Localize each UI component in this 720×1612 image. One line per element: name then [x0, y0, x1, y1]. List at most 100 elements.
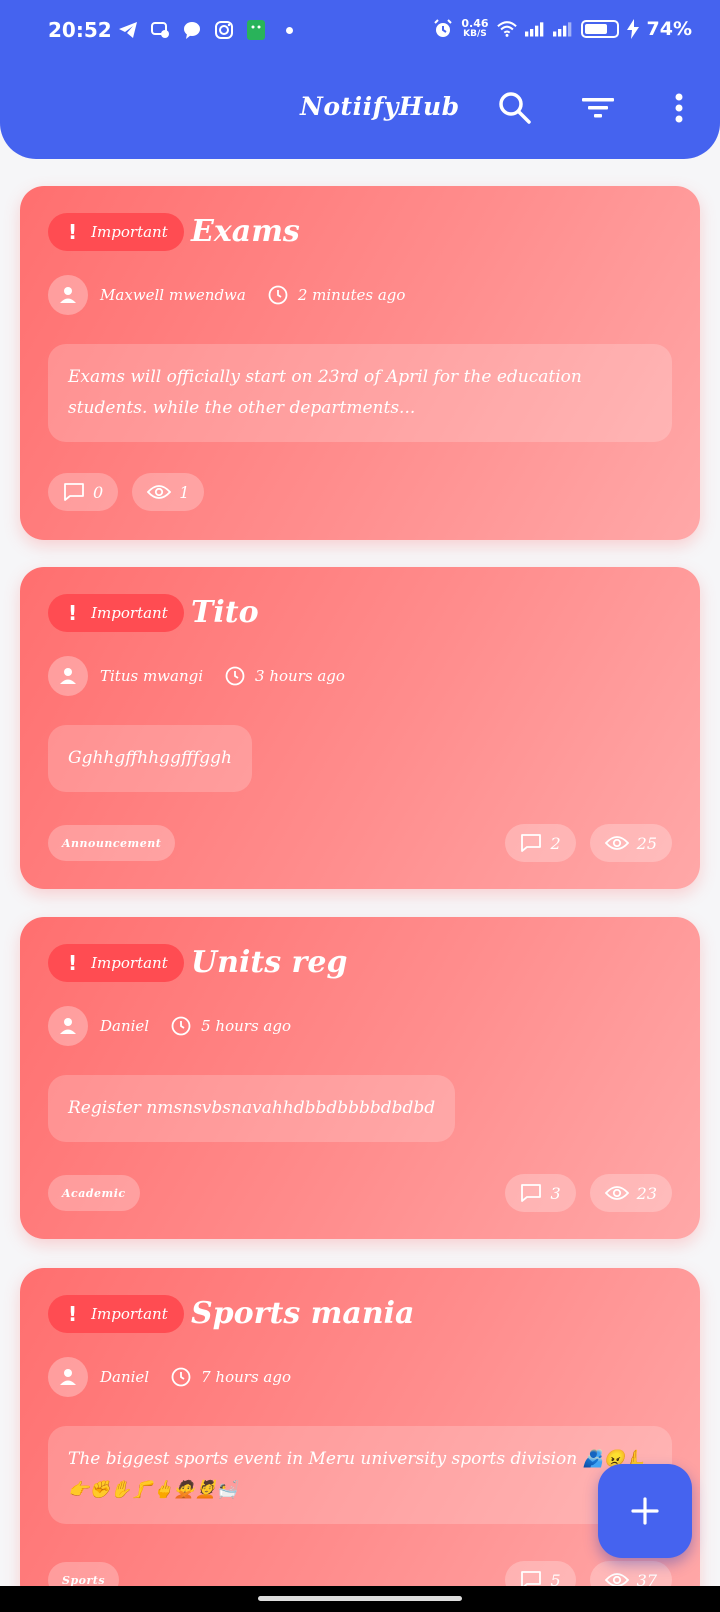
- filter-icon: [582, 98, 614, 118]
- battery-percentage: 74%: [646, 18, 692, 40]
- filter-button[interactable]: [578, 88, 618, 128]
- comments-pill[interactable]: 2: [505, 824, 576, 862]
- system-nav-bar: [0, 1586, 720, 1612]
- avatar: [48, 1006, 88, 1046]
- telegram-icon: [118, 20, 138, 40]
- signal-icon-2: [552, 19, 573, 39]
- more-options-button[interactable]: [659, 88, 699, 128]
- clock-icon: [225, 666, 245, 686]
- post-content: Gghhgffhhggfffggh: [48, 725, 252, 792]
- post-title: Sports mania: [191, 1296, 415, 1331]
- clock-icon: [171, 1016, 191, 1036]
- time-label: 7 hours ago: [201, 1368, 291, 1386]
- network-speed-unit: KB/S: [463, 29, 487, 39]
- chat-bubble-icon: [182, 20, 202, 40]
- status-bar: 20:52 0.46 KB/S 74%: [0, 0, 720, 64]
- network-speed: 0.46 KB/S: [461, 17, 489, 39]
- signal-icon-1: [524, 19, 545, 39]
- avatar: [48, 275, 88, 315]
- author-name: Titus mwangi: [100, 667, 204, 685]
- post-stats: 3 23: [505, 1174, 672, 1212]
- eye-icon: [604, 1186, 629, 1200]
- post-meta: Daniel 7 hours ago: [48, 1357, 291, 1397]
- author-name: Daniel: [100, 1368, 150, 1386]
- battery-icon: [580, 20, 619, 38]
- comment-icon: [64, 483, 84, 501]
- post-title: Exams: [191, 214, 300, 249]
- views-count: 25: [636, 833, 657, 853]
- alarm-icon: [433, 19, 453, 39]
- charging-icon: [626, 19, 639, 39]
- search-icon: [499, 92, 531, 124]
- views-pill: 25: [589, 824, 672, 862]
- category-tag: Academic: [48, 1175, 140, 1211]
- home-gesture-handle[interactable]: [258, 1596, 462, 1601]
- post-card[interactable]: ! Important Sports mania Daniel 7 hours …: [20, 1268, 700, 1608]
- eye-icon: [604, 836, 629, 850]
- post-meta: Daniel 5 hours ago: [48, 1006, 291, 1046]
- author-name: Maxwell mwendwa: [100, 286, 246, 304]
- views-pill: 23: [589, 1174, 672, 1212]
- badge-label: Important: [91, 604, 168, 622]
- add-post-button[interactable]: [598, 1464, 692, 1558]
- comments-pill[interactable]: 3: [505, 1174, 576, 1212]
- badge-label: Important: [91, 954, 168, 972]
- time-label: 3 hours ago: [255, 667, 345, 685]
- more-notifications-dot: [286, 26, 293, 34]
- exclamation-icon: !: [68, 601, 78, 625]
- post-title: Units reg: [191, 945, 348, 980]
- post-time: 2 minutes ago: [268, 285, 406, 305]
- person-icon: [60, 668, 76, 684]
- search-button[interactable]: [495, 88, 535, 128]
- app-bar: 20:52 0.46 KB/S 74% NotiifyHub: [0, 0, 720, 159]
- badge-label: Important: [91, 1305, 168, 1323]
- person-icon: [60, 1369, 76, 1385]
- post-time: 7 hours ago: [171, 1367, 291, 1387]
- comment-icon: [521, 1184, 542, 1202]
- comments-pill[interactable]: 0: [48, 473, 119, 511]
- post-card[interactable]: ! Important Tito Titus mwangi 3 hours ag…: [20, 567, 700, 889]
- post-content: Exams will officially start on 23rd of A…: [48, 344, 672, 442]
- views-count: 23: [636, 1183, 657, 1203]
- post-time: 5 hours ago: [171, 1016, 291, 1036]
- post-stats: 2 25: [505, 824, 672, 862]
- clock-icon: [268, 285, 288, 305]
- post-card[interactable]: ! Important Exams Maxwell mwendwa 2 minu…: [20, 186, 700, 540]
- important-badge: ! Important: [48, 213, 184, 251]
- messenger-icon: [150, 20, 170, 40]
- post-time: 3 hours ago: [225, 666, 345, 686]
- badge-label: Important: [91, 223, 168, 241]
- important-badge: ! Important: [48, 1295, 184, 1333]
- post-card[interactable]: ! Important Units reg Daniel 5 hours ago…: [20, 917, 700, 1239]
- comments-count: 2: [550, 833, 561, 853]
- more-vert-icon: [675, 93, 683, 123]
- person-icon: [60, 1018, 76, 1034]
- post-meta: Maxwell mwendwa 2 minutes ago: [48, 275, 405, 315]
- exclamation-icon: !: [68, 1302, 78, 1326]
- exclamation-icon: !: [68, 220, 78, 244]
- notification-icons: [118, 20, 293, 40]
- instagram-icon: [214, 20, 234, 40]
- plus-icon: [631, 1497, 659, 1525]
- post-title: Tito: [191, 595, 259, 630]
- post-content: Register nmsnsvbsnavahhdbbdbbbbdbdbd: [48, 1075, 456, 1142]
- important-badge: ! Important: [48, 594, 184, 632]
- comments-count: 0: [93, 482, 104, 502]
- comments-count: 3: [550, 1183, 561, 1203]
- time-label: 5 hours ago: [201, 1017, 291, 1035]
- battery-fill: [584, 24, 607, 34]
- app-title: NotiifyHub: [300, 92, 460, 121]
- post-content: The biggest sports event in Meru univers…: [48, 1426, 672, 1524]
- views-pill: 1: [132, 473, 205, 511]
- comment-icon: [521, 834, 542, 852]
- status-time: 20:52: [48, 18, 112, 42]
- category-tag: Announcement: [48, 825, 176, 861]
- eye-icon: [147, 485, 172, 499]
- important-badge: ! Important: [48, 944, 184, 982]
- avatar: [48, 1357, 88, 1397]
- avatar: [48, 656, 88, 696]
- system-icons: 0.46 KB/S 74%: [433, 18, 692, 40]
- person-icon: [60, 287, 76, 303]
- network-speed-value: 0.46: [461, 17, 489, 30]
- time-label: 2 minutes ago: [297, 286, 406, 304]
